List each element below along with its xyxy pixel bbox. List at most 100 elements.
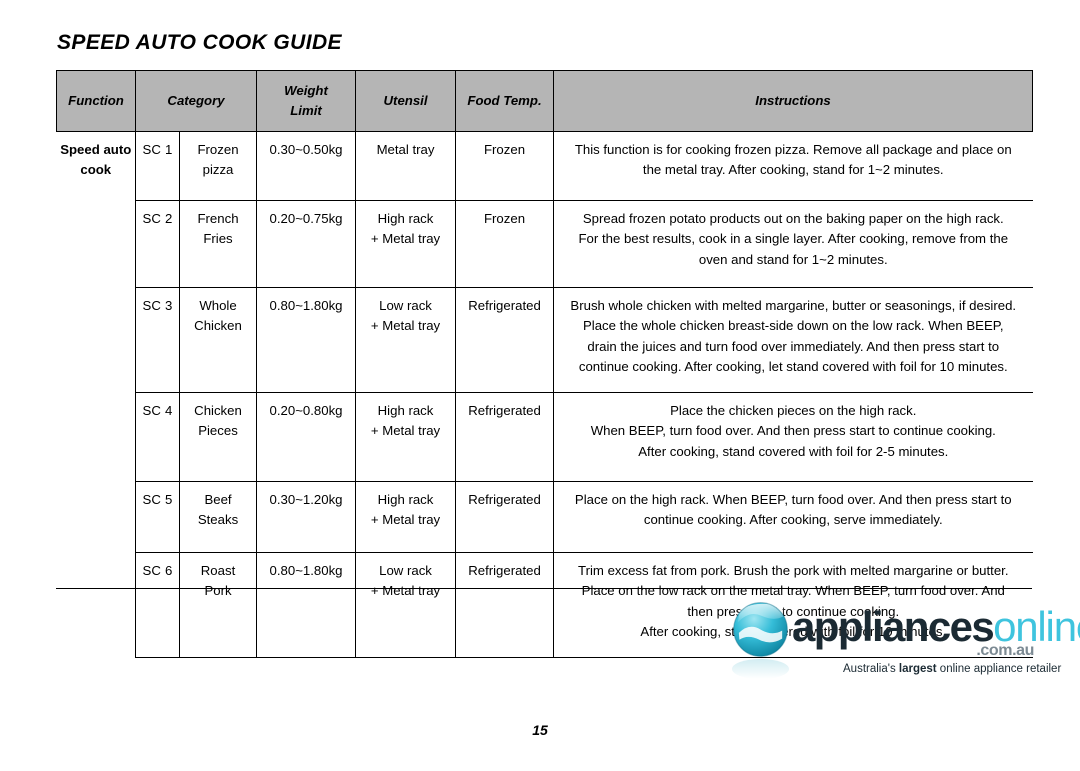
table-row: SC 2 French Fries 0.20~0.75kg High rack … bbox=[57, 200, 1033, 288]
category-line1: Whole bbox=[199, 298, 237, 313]
row-instructions: Brush whole chicken with melted margarin… bbox=[553, 287, 1033, 393]
function-label-line2: cook bbox=[80, 162, 112, 178]
instructions-line1: Spread frozen potato products out on the… bbox=[582, 211, 1004, 226]
table-header-row: Function Category Weight Limit Utensil F… bbox=[56, 70, 1034, 132]
utensil-line2: + Metal tray bbox=[370, 423, 441, 439]
header-instructions: Instructions bbox=[553, 70, 1034, 132]
row-category: Chicken Pieces bbox=[178, 392, 258, 482]
row-utensil: High rack + Metal tray bbox=[355, 481, 457, 553]
category-line2: Steaks bbox=[197, 512, 239, 528]
row-instructions: Place the chicken pieces on the high rac… bbox=[553, 392, 1033, 482]
page-title: SPEED AUTO COOK GUIDE bbox=[57, 31, 342, 54]
row-category: French Fries bbox=[178, 200, 258, 288]
row-food-temp: Refrigerated bbox=[455, 392, 555, 482]
tagline-emphasis: largest bbox=[898, 663, 937, 675]
row-food-temp: Frozen bbox=[455, 131, 555, 201]
row-weight-limit: 0.30~1.20kg bbox=[256, 481, 357, 553]
category-line1: Roast bbox=[200, 563, 236, 578]
instructions-line2: Place the whole chicken breast-side down… bbox=[583, 318, 1004, 334]
logo-tagline: Australia's largest online appliance ret… bbox=[843, 663, 1061, 675]
document-page: SPEED AUTO COOK GUIDE Function Category … bbox=[0, 0, 1080, 771]
speed-auto-cook-table: Function Category Weight Limit Utensil F… bbox=[56, 70, 1034, 658]
row-code: SC 6 bbox=[135, 552, 180, 658]
row-utensil: High rack + Metal tray bbox=[355, 200, 457, 288]
instructions-line3: After cooking, stand covered with foil f… bbox=[638, 443, 949, 459]
utensil-line2: + Metal tray bbox=[370, 583, 441, 599]
utensil-line1: High rack bbox=[377, 403, 434, 418]
header-weight-line1: Weight bbox=[284, 82, 328, 98]
page-number: 15 bbox=[532, 722, 548, 738]
row-weight-limit: 0.80~1.80kg bbox=[256, 552, 357, 658]
row-utensil: Low rack + Metal tray bbox=[355, 287, 457, 393]
logo-wordmark: appliancesonline bbox=[792, 606, 1080, 648]
header-weight-line2: Limit bbox=[290, 103, 322, 118]
row-category: Frozen pizza bbox=[178, 131, 258, 201]
category-line2: Fries bbox=[203, 231, 233, 247]
utensil-line1: Low rack bbox=[379, 563, 432, 578]
utensil-line2: + Metal tray bbox=[370, 512, 441, 528]
row-food-temp: Frozen bbox=[455, 200, 555, 288]
category-line1: French bbox=[197, 211, 239, 226]
category-line1: Chicken bbox=[194, 403, 242, 418]
function-cell-speed-auto-cook: Speed auto cook bbox=[56, 131, 136, 658]
header-utensil: Utensil bbox=[355, 70, 457, 132]
utensil-line2: + Metal tray bbox=[370, 231, 441, 247]
row-utensil: Metal tray bbox=[355, 131, 457, 201]
instructions-line3: oven and stand for 1~2 minutes. bbox=[698, 251, 888, 267]
instructions-line2: When BEEP, turn food over. And then pres… bbox=[590, 423, 996, 439]
row-utensil: High rack + Metal tray bbox=[355, 392, 457, 482]
instructions-line1: Place on the high rack. When BEEP, turn … bbox=[574, 492, 1012, 507]
header-function: Function bbox=[56, 70, 136, 132]
instructions-line4: continue cooking. After cooking, let sta… bbox=[578, 359, 1008, 375]
row-instructions: Place on the high rack. When BEEP, turn … bbox=[553, 481, 1033, 553]
utensil-line1: High rack bbox=[377, 492, 434, 507]
header-weight-limit: Weight Limit bbox=[256, 70, 357, 132]
logo-tld: .com.au bbox=[976, 642, 1034, 659]
instructions-line1: Brush whole chicken with melted margarin… bbox=[570, 298, 1017, 313]
row-weight-limit: 0.30~0.50kg bbox=[256, 131, 357, 201]
appliances-online-logo: appliancesonline .com.au Australia's lar… bbox=[727, 598, 1080, 686]
row-code: SC 3 bbox=[135, 287, 180, 393]
row-code: SC 1 bbox=[135, 131, 180, 201]
row-weight-limit: 0.80~1.80kg bbox=[256, 287, 357, 393]
row-instructions: Spread frozen potato products out on the… bbox=[553, 200, 1033, 288]
category-line1: Frozen bbox=[197, 142, 239, 157]
row-category: Whole Chicken bbox=[178, 287, 258, 393]
row-utensil: Low rack + Metal tray bbox=[355, 552, 457, 658]
instructions-line1: This function is for cooking frozen pizz… bbox=[574, 142, 1012, 157]
instructions-line1: Place the chicken pieces on the high rac… bbox=[670, 403, 917, 418]
category-line2: Chicken bbox=[194, 318, 242, 334]
table-row: SC 5 Beef Steaks 0.30~1.20kg High rack +… bbox=[57, 481, 1033, 553]
instructions-line1: Trim excess fat from pork. Brush the por… bbox=[578, 563, 1009, 578]
table-row: SC 4 Chicken Pieces 0.20~0.80kg High rac… bbox=[57, 392, 1033, 482]
table-row: Speed auto cook SC 1 Frozen pizza 0.30~0… bbox=[56, 131, 1033, 658]
instructions-line2: the metal tray. After cooking, stand for… bbox=[642, 162, 944, 178]
function-label-line1: Speed auto bbox=[60, 142, 132, 157]
row-code: SC 4 bbox=[135, 392, 180, 482]
row-weight-limit: 0.20~0.80kg bbox=[256, 392, 357, 482]
header-category: Category bbox=[134, 70, 258, 132]
category-line2: Pork bbox=[204, 583, 232, 599]
category-line2: Pieces bbox=[198, 423, 238, 439]
table-bottom-divider bbox=[56, 588, 1032, 589]
category-line1: Beef bbox=[204, 492, 232, 507]
row-weight-limit: 0.20~0.75kg bbox=[256, 200, 357, 288]
logo-word-primary: appliances bbox=[792, 603, 995, 650]
row-food-temp: Refrigerated bbox=[455, 287, 555, 393]
utensil-line2: + Metal tray bbox=[370, 318, 441, 334]
utensil-line1: Metal tray bbox=[376, 142, 435, 157]
header-food-temp: Food Temp. bbox=[455, 70, 555, 132]
row-food-temp: Refrigerated bbox=[455, 552, 555, 658]
utensil-line1: High rack bbox=[377, 211, 434, 226]
row-category: Roast Pork bbox=[178, 552, 258, 658]
instructions-line3: drain the juices and turn food over imme… bbox=[587, 338, 1000, 354]
tagline-prefix: Australia's bbox=[843, 663, 899, 675]
tagline-suffix: online appliance retailer bbox=[936, 663, 1062, 675]
sphere-logo-icon bbox=[733, 602, 788, 657]
row-code: SC 2 bbox=[135, 200, 180, 288]
logo-reflection bbox=[732, 659, 789, 679]
row-instructions: This function is for cooking frozen pizz… bbox=[553, 131, 1033, 201]
row-code: SC 5 bbox=[135, 481, 180, 553]
table-row: SC 3 Whole Chicken 0.80~1.80kg Low rack … bbox=[57, 287, 1033, 393]
instructions-line2: For the best results, cook in a single l… bbox=[578, 231, 1009, 247]
